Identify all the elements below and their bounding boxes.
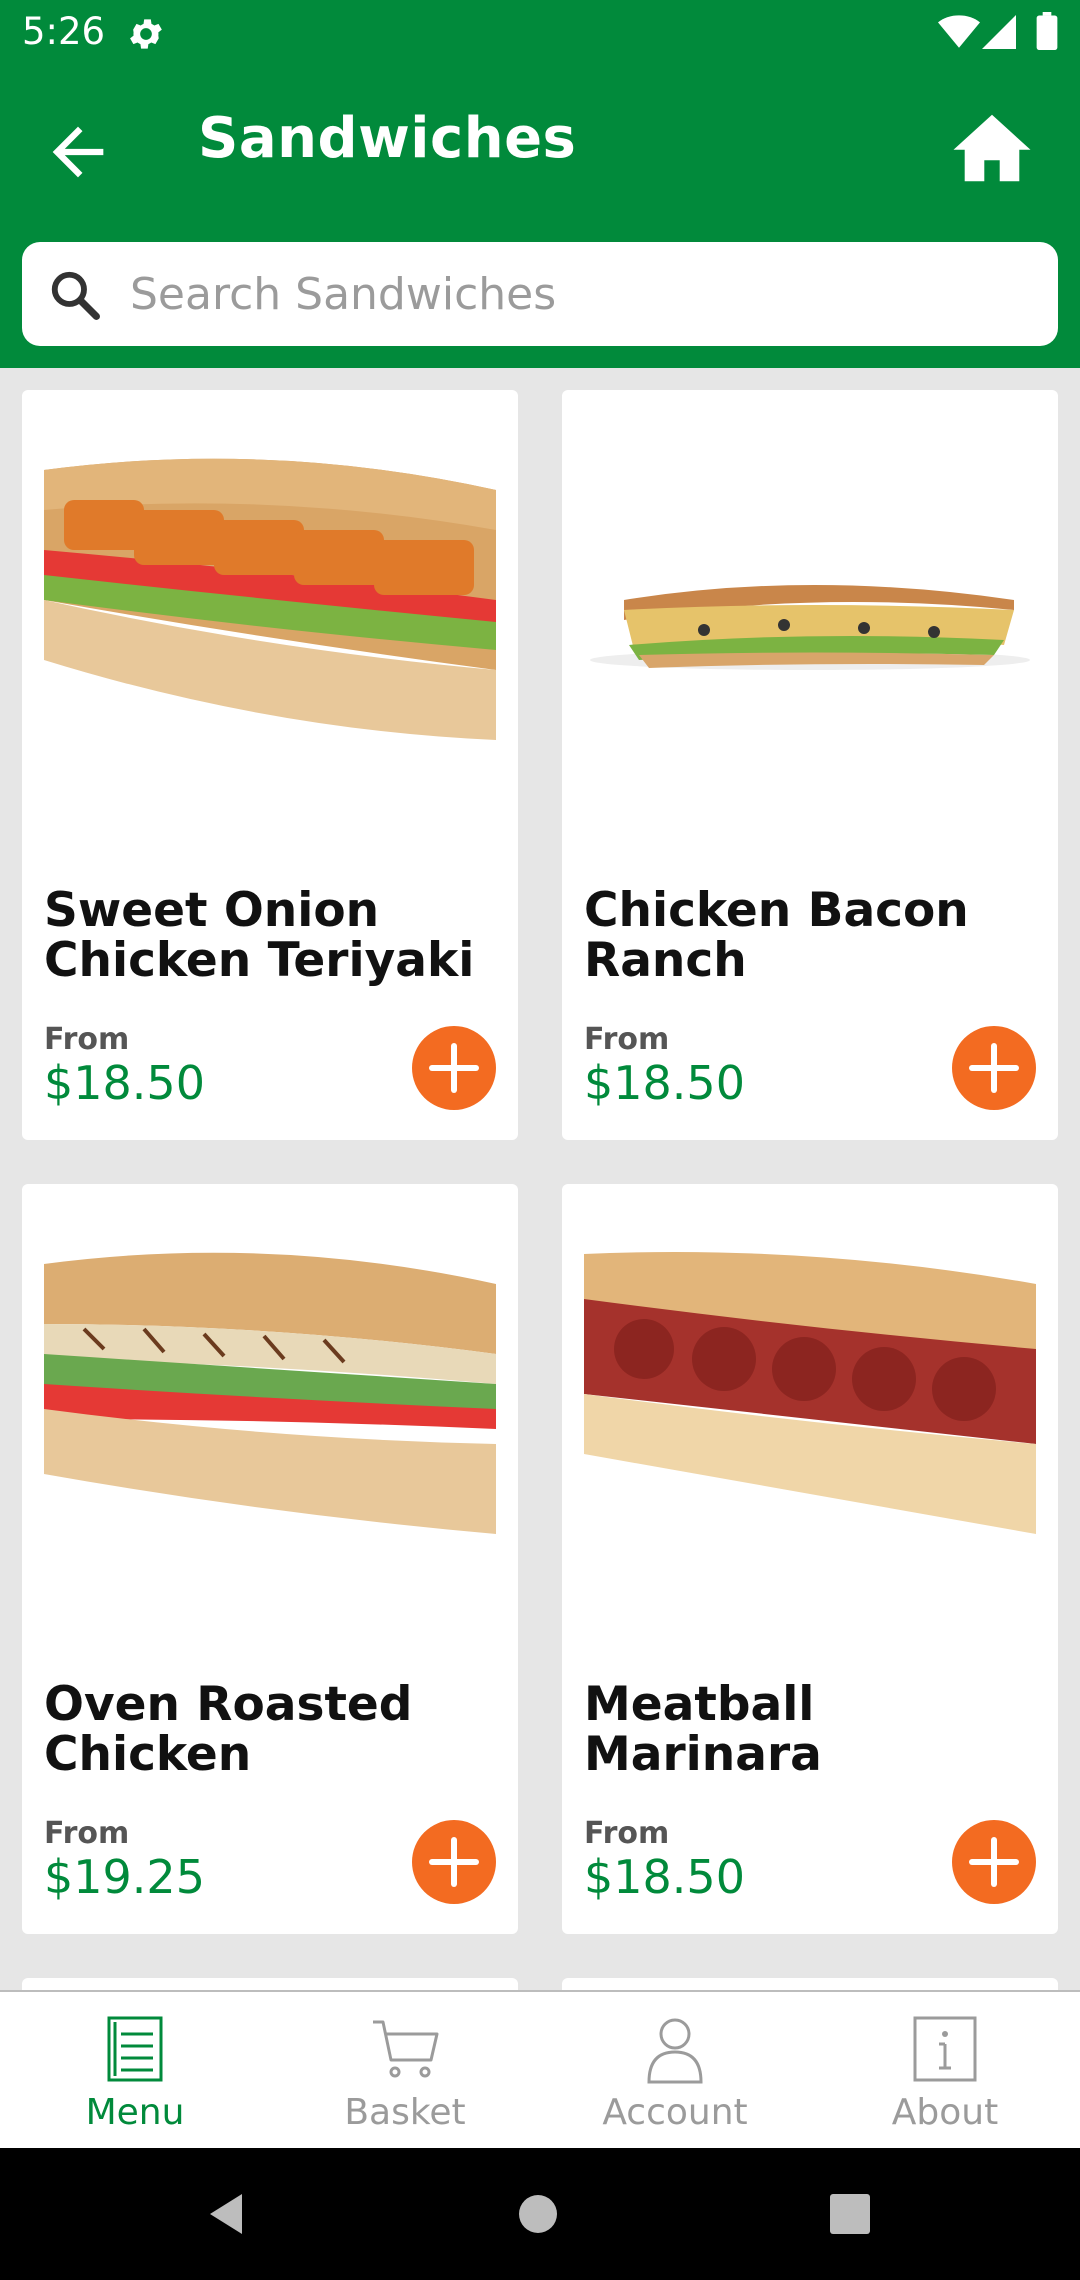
system-recents-icon[interactable] xyxy=(830,2194,870,2234)
search-bar[interactable] xyxy=(22,242,1058,346)
plus-icon xyxy=(969,1043,1019,1093)
plus-icon xyxy=(429,1043,479,1093)
sandwich-image xyxy=(44,458,496,740)
sandwich-image xyxy=(590,585,1030,670)
add-to-basket-button[interactable] xyxy=(412,1820,496,1904)
product-name: Sweet Onion Chicken Teriyaki xyxy=(44,883,475,988)
nav-item-about[interactable]: About xyxy=(810,1992,1080,2150)
status-bar: 5:26 xyxy=(0,0,1080,66)
price-from-label: From xyxy=(584,1816,670,1851)
plus-icon xyxy=(969,1837,1019,1887)
menu-icon xyxy=(107,2016,163,2082)
product-price: $18.50 xyxy=(44,1056,205,1110)
about-icon xyxy=(913,2016,977,2082)
nav-item-basket[interactable]: Basket xyxy=(270,1992,540,2150)
search-input[interactable] xyxy=(130,260,1030,328)
nav-label: Menu xyxy=(85,2092,185,2133)
product-name: Meatball Marinara xyxy=(584,1677,822,1782)
bottom-navigation: Menu Basket Account About xyxy=(0,1990,1080,2148)
wifi-icon xyxy=(938,15,980,48)
status-time: 5:26 xyxy=(22,10,106,53)
system-home-icon[interactable] xyxy=(518,2194,558,2234)
system-back-icon[interactable] xyxy=(206,2192,246,2236)
page-title: Sandwiches xyxy=(198,106,577,171)
system-navigation-bar xyxy=(0,2148,1080,2280)
sandwich-image xyxy=(44,1252,496,1534)
nav-item-account[interactable]: Account xyxy=(540,1992,810,2150)
price-from-label: From xyxy=(44,1022,130,1057)
add-to-basket-button[interactable] xyxy=(412,1026,496,1110)
add-to-basket-button[interactable] xyxy=(952,1820,1036,1904)
account-icon xyxy=(647,2018,703,2084)
nav-label: About xyxy=(891,2092,999,2133)
sandwich-image xyxy=(584,1252,1036,1534)
product-price: $18.50 xyxy=(584,1056,745,1110)
plus-icon xyxy=(429,1837,479,1887)
basket-icon xyxy=(373,2020,439,2078)
cell-signal-icon xyxy=(982,15,1016,49)
product-card-oven-roasted-chicken[interactable]: Oven Roasted Chicken From $19.25 xyxy=(22,1184,518,1934)
product-price: $18.50 xyxy=(584,1850,745,1904)
product-card-chicken-bacon-ranch[interactable]: Chicken Bacon Ranch From $18.50 xyxy=(562,390,1058,1140)
app-bar: Sandwiches xyxy=(0,66,1080,368)
price-from-label: From xyxy=(584,1022,670,1057)
add-to-basket-button[interactable] xyxy=(952,1026,1036,1110)
back-arrow-icon[interactable] xyxy=(40,114,116,190)
nav-item-menu[interactable]: Menu xyxy=(0,1992,270,2150)
product-name: Oven Roasted Chicken xyxy=(44,1677,413,1782)
settings-gear-icon xyxy=(130,19,162,49)
product-card-meatball-marinara[interactable]: Meatball Marinara From $18.50 xyxy=(562,1184,1058,1934)
nav-label: Basket xyxy=(344,2092,466,2133)
product-price: $19.25 xyxy=(44,1850,205,1904)
search-icon xyxy=(51,271,100,320)
product-card-sweet-onion-chicken-teriyaki[interactable]: Sweet Onion Chicken Teriyaki From $18.50 xyxy=(22,390,518,1140)
price-from-label: From xyxy=(44,1816,130,1851)
home-icon[interactable] xyxy=(950,106,1034,190)
nav-label: Account xyxy=(602,2092,748,2133)
product-name: Chicken Bacon Ranch xyxy=(584,883,969,988)
battery-icon xyxy=(1036,12,1058,50)
